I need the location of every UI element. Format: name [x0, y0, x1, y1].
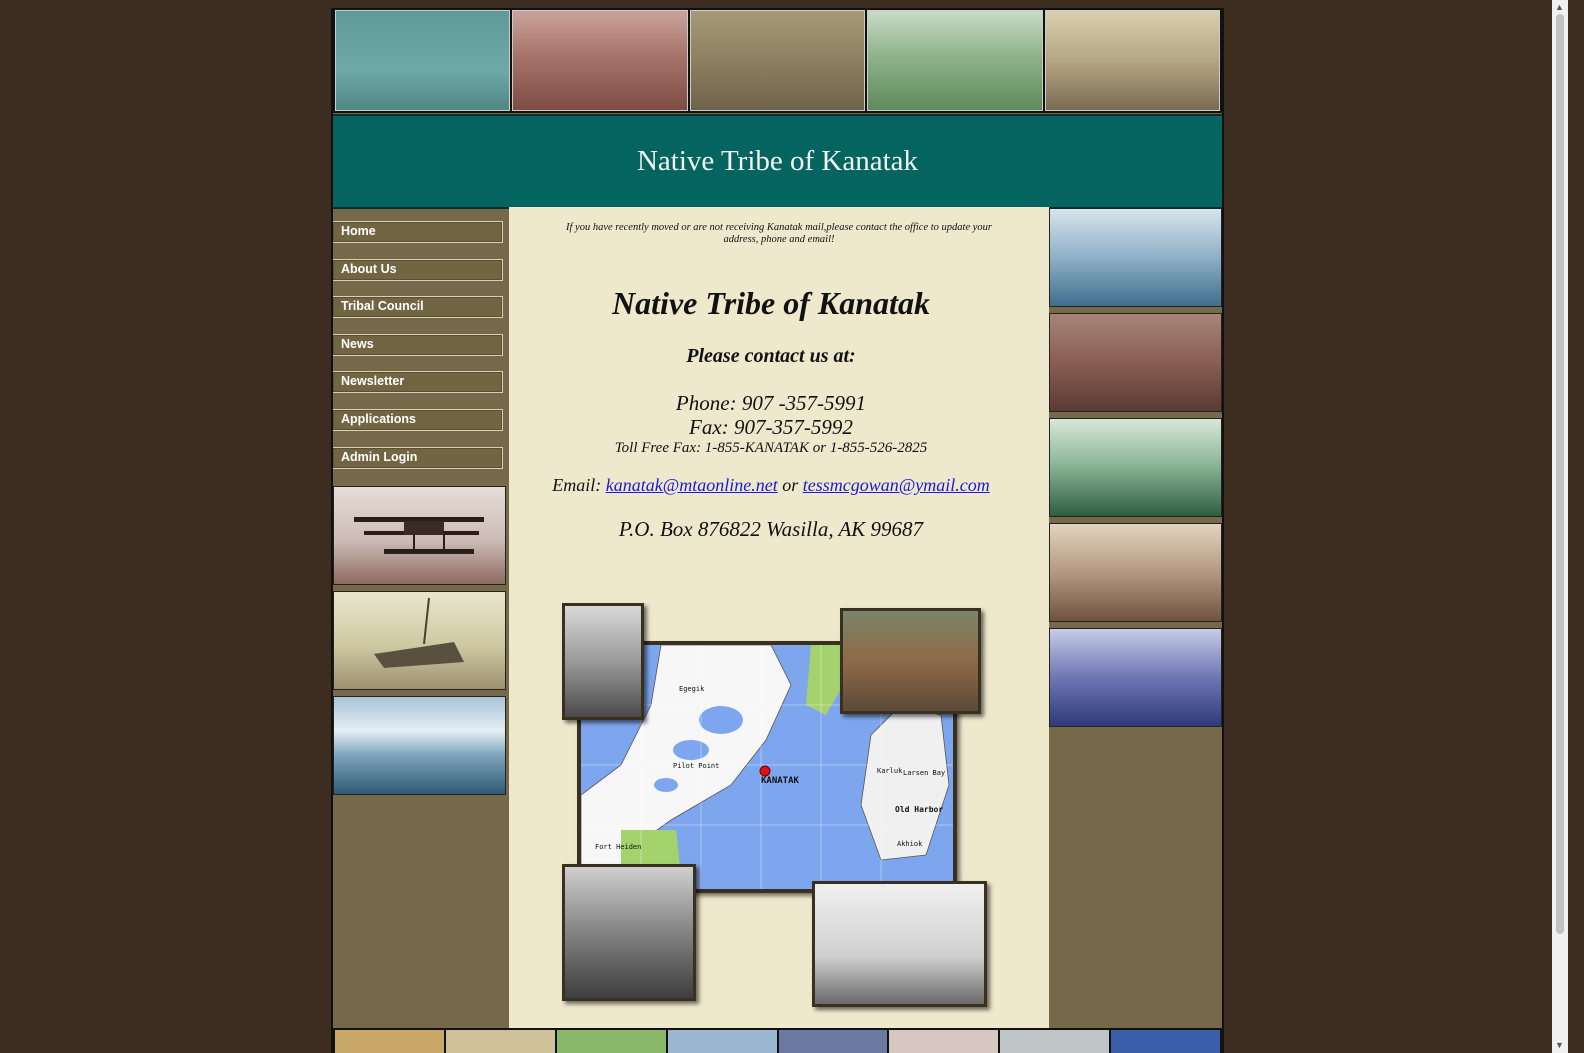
nav-tribal-council[interactable]: Tribal Council — [333, 296, 503, 318]
nav-about-us[interactable]: About Us — [333, 259, 503, 281]
email-link-tessmcgowan[interactable]: tessmcgowan@ymail.com — [803, 475, 990, 495]
email-prefix: Email: — [552, 475, 602, 495]
map-label-old-harbor: Old Harbor — [895, 805, 944, 814]
biplane-photo — [333, 486, 506, 585]
scroll-up-icon[interactable]: ▲ — [1555, 2, 1564, 12]
log-pile-photo — [1049, 313, 1222, 412]
footer-photo-strip — [333, 1028, 1222, 1053]
footer-photo-3 — [556, 1030, 666, 1053]
sod-dwelling-photo — [1049, 523, 1222, 622]
map-label-karluk: Karluk — [877, 767, 903, 775]
footer-photo-1 — [335, 1030, 444, 1053]
map-label-kanatak: KANATAK — [761, 776, 799, 786]
glacier-mountain-photo — [333, 696, 506, 795]
contact-heading: Please contact us at: — [686, 345, 856, 367]
page-frame: Native Tribe of Kanatak Home About Us Tr… — [331, 8, 1224, 1053]
village-house-photo — [1044, 10, 1221, 111]
fax-number: Fax: 907-357-5992 — [689, 415, 853, 439]
email-link-kanatak[interactable]: kanatak@mtaonline.net — [606, 475, 778, 495]
page-title: Native Tribe of Kanatak — [612, 285, 930, 321]
mail-notice: If you have recently moved or are not re… — [566, 222, 992, 245]
fishing-boat-photo — [812, 881, 987, 1007]
kayak-photo — [335, 10, 511, 111]
blue-hills-photo — [1049, 628, 1222, 727]
green-village-photo — [1049, 418, 1222, 517]
village-valley-photo — [867, 10, 1043, 111]
brown-bear-photo — [840, 608, 981, 714]
woman-fish-rack-photo — [562, 864, 696, 1001]
scroll-down-icon[interactable]: ▼ — [1555, 1040, 1564, 1050]
nav-news[interactable]: News — [333, 334, 503, 356]
nav-admin-login[interactable]: Admin Login — [333, 447, 503, 469]
nav-home[interactable]: Home — [333, 221, 503, 243]
right-sidebar — [1049, 207, 1222, 1037]
scroll-thumb[interactable] — [1556, 14, 1564, 934]
toll-free-fax: Toll Free Fax: 1-855-KANATAK or 1-855-52… — [614, 440, 928, 456]
footer-photo-2 — [445, 1030, 555, 1053]
footer-photo-5 — [778, 1030, 888, 1053]
map-label-fort-heiden: Fort Heiden — [595, 843, 642, 851]
map-label-larsen-bay: Larsen Bay — [903, 769, 946, 777]
general-merchandise-photo — [512, 10, 688, 111]
email-or: or — [782, 475, 799, 495]
biplane-drawing — [354, 517, 484, 554]
man-portrait-photo — [562, 603, 644, 720]
nav-newsletter[interactable]: Newsletter — [333, 371, 503, 393]
site-title: Native Tribe of Kanatak — [636, 145, 919, 177]
site-banner: Native Tribe of Kanatak — [333, 114, 1222, 209]
header-photo-strip — [333, 8, 1222, 113]
email-line: Email: kanatak@mtaonline.net or tessmcgo… — [509, 475, 1033, 496]
footer-photo-8 — [1111, 1030, 1220, 1053]
footer-photo-7 — [1000, 1030, 1110, 1053]
po-box-address: P.O. Box 876822 Wasilla, AK 99687 — [618, 517, 924, 541]
shipwreck-drawing — [374, 597, 464, 668]
map-label-egegik: Egegik — [679, 685, 705, 693]
page-scrollbar[interactable]: ▲ ▼ — [1552, 0, 1568, 1053]
map-label-akhiok: Akhiok — [897, 840, 923, 848]
shipwreck-photo — [333, 591, 506, 690]
nav-applications[interactable]: Applications — [333, 409, 503, 431]
sod-house-photo — [689, 10, 866, 111]
left-sidebar: Home About Us Tribal Council News Newsle… — [333, 207, 507, 1037]
bay-shore-photo — [1049, 208, 1222, 307]
main-content: If you have recently moved or are not re… — [509, 207, 1049, 1028]
phone-number: Phone: 907 -357-5991 — [675, 391, 867, 415]
footer-photo-6 — [889, 1030, 999, 1053]
footer-photo-4 — [667, 1030, 777, 1053]
map-label-pilot-point: Pilot Point — [673, 762, 720, 770]
